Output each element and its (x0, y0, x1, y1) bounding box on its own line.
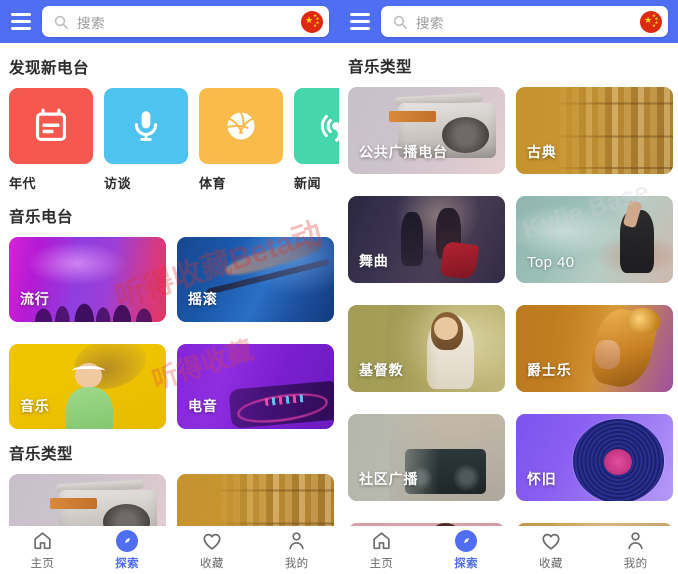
card-label: 古典 (527, 144, 557, 160)
genre-card-christian[interactable]: 基督教 (348, 305, 505, 392)
tab-label: 主页 (30, 557, 55, 570)
compass-icon (455, 529, 478, 552)
category-row: 年代 访谈 体育 新闻 (0, 88, 339, 192)
content-scroll-left[interactable]: 发现新电台 年代 访谈 体育 新闻 音乐电台 流行 摇滚 音乐 电音 音乐类型 (0, 43, 339, 526)
tab-home[interactable]: 主页 (0, 530, 85, 571)
search-placeholder: 搜索 (416, 15, 444, 31)
card-artwork (9, 474, 166, 526)
person-icon (286, 530, 307, 552)
genre-card[interactable] (9, 474, 166, 526)
card-artwork (177, 344, 334, 429)
search-placeholder: 搜索 (77, 15, 105, 31)
tab-explore[interactable]: 探索 (85, 529, 170, 571)
hamburger-icon[interactable] (347, 9, 373, 35)
category-item-talk[interactable]: 访谈 (104, 88, 188, 192)
category-item-news[interactable]: 新闻 (294, 88, 339, 192)
card-label: 社区广播 (359, 471, 419, 487)
card-label: 电音 (188, 398, 218, 414)
broadcast-icon (320, 114, 339, 142)
app-header-left: 搜索 ★ ★ ★ ★ ★ (0, 0, 339, 43)
home-icon (371, 530, 392, 552)
search-input[interactable]: 搜索 ★ ★ ★ ★ ★ (381, 6, 668, 37)
section-title-music-radio: 音乐电台 (9, 209, 74, 226)
card-label: Top 40 (527, 254, 575, 271)
tab-label: 我的 (284, 557, 309, 570)
tab-label: 探索 (454, 557, 479, 570)
category-tile[interactable] (9, 88, 93, 164)
music-radio-grid: 流行 摇滚 音乐 电音 (0, 237, 339, 429)
tab-favorites[interactable]: 收藏 (170, 530, 255, 571)
section-title-music-genre: 音乐类型 (9, 446, 74, 463)
tab-label: 收藏 (538, 557, 563, 570)
compass-icon (116, 529, 139, 552)
search-icon (393, 15, 407, 29)
tab-explore[interactable]: 探索 (424, 529, 509, 571)
bottom-tabbar-left: 主页 探索 收藏 我的 (0, 526, 339, 574)
heart-icon (201, 530, 223, 552)
music-radio-card[interactable]: 摇滚 (177, 237, 334, 322)
category-item-years[interactable]: 年代 (9, 88, 93, 192)
microphone-icon (134, 111, 158, 141)
music-radio-card[interactable]: 流行 (9, 237, 166, 322)
music-genre-preview-grid (0, 474, 339, 526)
card-label: 舞曲 (359, 253, 389, 269)
genre-card-top40[interactable]: Top 40 (516, 196, 673, 283)
genre-card-public-radio[interactable]: 公共广播电台 (348, 87, 505, 174)
music-radio-card[interactable]: 音乐 (9, 344, 166, 429)
dual-phone-screenshot: 搜索 ★ ★ ★ ★ ★ 发现新电台 年代 访谈 体育 新闻 音乐电台 流行 摇… (0, 0, 678, 574)
card-label: 怀旧 (527, 471, 557, 487)
calendar-icon (35, 108, 67, 142)
card-label: 摇滚 (188, 291, 218, 307)
music-genre-grid: 公共广播电台 古典 舞曲 Top 40 基督教 爵士乐 社区广播 怀旧 (339, 87, 678, 526)
genre-card-classical[interactable]: 古典 (516, 87, 673, 174)
bottom-tabbar-right: 主页 探索 收藏 我的 (339, 526, 678, 574)
card-label: 基督教 (359, 362, 404, 378)
search-input[interactable]: 搜索 ★ ★ ★ ★ ★ (42, 6, 329, 37)
phone-screen-left: 搜索 ★ ★ ★ ★ ★ 发现新电台 年代 访谈 体育 新闻 音乐电台 流行 摇… (0, 0, 339, 574)
basketball-icon (227, 111, 255, 140)
card-label: 公共广播电台 (359, 144, 448, 160)
category-tile[interactable] (199, 88, 283, 164)
phone-screen-right: 搜索 ★ ★ ★ ★ ★ 音乐类型 公共广播电台 古典 舞曲 Top 40 基督… (339, 0, 678, 574)
genre-card-community[interactable]: 社区广播 (348, 414, 505, 501)
card-artwork (177, 474, 334, 526)
content-scroll-right[interactable]: 音乐类型 公共广播电台 古典 舞曲 Top 40 基督教 爵士乐 社区广播 怀旧 (339, 43, 678, 526)
tab-label: 我的 (623, 557, 648, 570)
tab-home[interactable]: 主页 (339, 530, 424, 571)
genre-card[interactable] (177, 474, 334, 526)
tab-label: 探索 (115, 557, 140, 570)
category-tile[interactable] (294, 88, 339, 164)
card-artwork (9, 237, 166, 322)
genre-card-jazz[interactable]: 爵士乐 (516, 305, 673, 392)
china-flag-icon[interactable]: ★ ★ ★ ★ ★ (640, 10, 662, 33)
genre-card-dance[interactable]: 舞曲 (348, 196, 505, 283)
section-title-music-genre: 音乐类型 (348, 59, 413, 76)
card-label: 音乐 (20, 398, 50, 414)
category-label: 访谈 (104, 176, 132, 191)
home-icon (32, 530, 53, 552)
category-label: 新闻 (294, 176, 322, 191)
category-label: 年代 (9, 176, 37, 191)
genre-card-oldies[interactable]: 怀旧 (516, 414, 673, 501)
music-radio-card[interactable]: 电音 (177, 344, 334, 429)
card-label: 流行 (20, 291, 50, 307)
tab-profile[interactable]: 我的 (593, 530, 678, 571)
search-icon (54, 15, 68, 29)
tab-favorites[interactable]: 收藏 (509, 530, 594, 571)
tab-profile[interactable]: 我的 (254, 530, 339, 571)
hamburger-icon[interactable] (8, 9, 34, 35)
person-icon (625, 530, 646, 552)
category-label: 体育 (199, 176, 227, 191)
heart-icon (540, 530, 562, 552)
app-header-right: 搜索 ★ ★ ★ ★ ★ (339, 0, 678, 43)
card-label: 爵士乐 (527, 362, 572, 378)
section-title-discover: 发现新电台 (9, 60, 90, 77)
tab-label: 主页 (369, 557, 394, 570)
tab-label: 收藏 (199, 557, 224, 570)
card-artwork (177, 237, 334, 322)
category-item-sports[interactable]: 体育 (199, 88, 283, 192)
card-artwork (9, 344, 166, 429)
category-tile[interactable] (104, 88, 188, 164)
china-flag-icon[interactable]: ★ ★ ★ ★ ★ (301, 10, 323, 33)
